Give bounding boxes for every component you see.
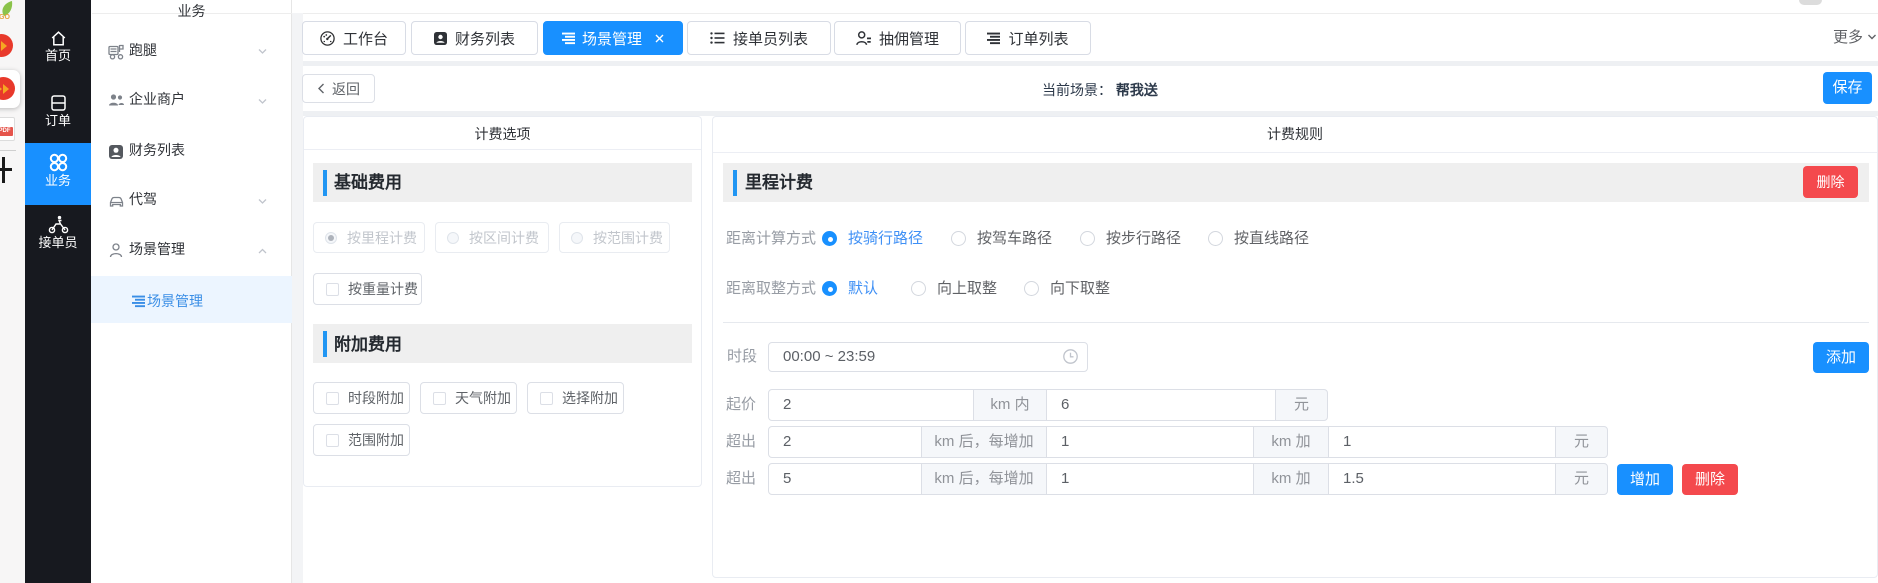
svg-text:GO: GO [0,14,10,20]
